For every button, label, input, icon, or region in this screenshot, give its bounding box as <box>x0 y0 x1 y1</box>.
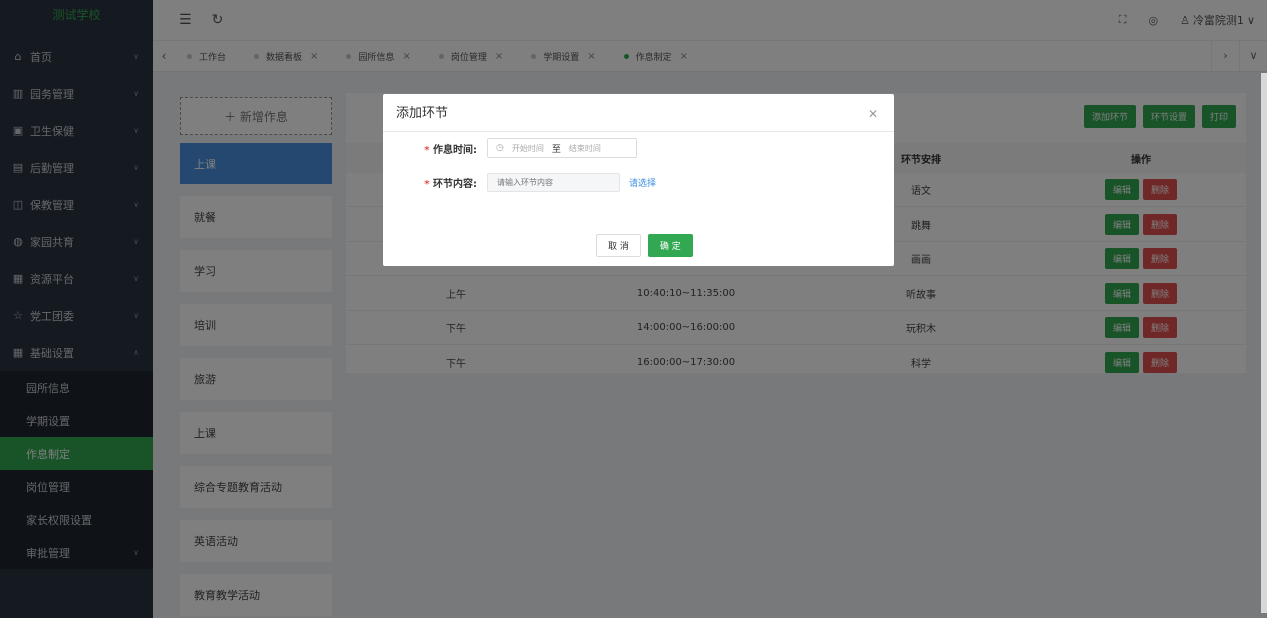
page-scrollbar[interactable] <box>1261 73 1267 613</box>
end-time-input[interactable]: 结束时间 <box>569 143 601 154</box>
start-time-input[interactable]: 开始时间 <box>512 143 544 154</box>
time-label: * 作息时间: <box>424 144 477 156</box>
cancel-button[interactable]: 取 消 <box>596 234 641 257</box>
content-label: * 环节内容: <box>424 179 477 190</box>
choose-link[interactable]: 请选择 <box>629 176 656 189</box>
content-input[interactable] <box>487 173 620 192</box>
add-step-dialog: 添加环节 ✕ * 作息时间: ◷ 开始时间 至 结束时间 * 环节内容: 请选择… <box>383 94 894 266</box>
clock-icon: ◷ <box>496 143 504 153</box>
range-separator: 至 <box>551 144 561 155</box>
time-range-picker[interactable]: ◷ 开始时间 至 结束时间 <box>487 138 637 158</box>
close-icon[interactable]: ✕ <box>868 107 878 121</box>
modal-overlay[interactable] <box>0 0 1267 618</box>
confirm-button[interactable]: 确 定 <box>647 234 693 257</box>
dialog-title: 添加环节 <box>383 94 894 132</box>
